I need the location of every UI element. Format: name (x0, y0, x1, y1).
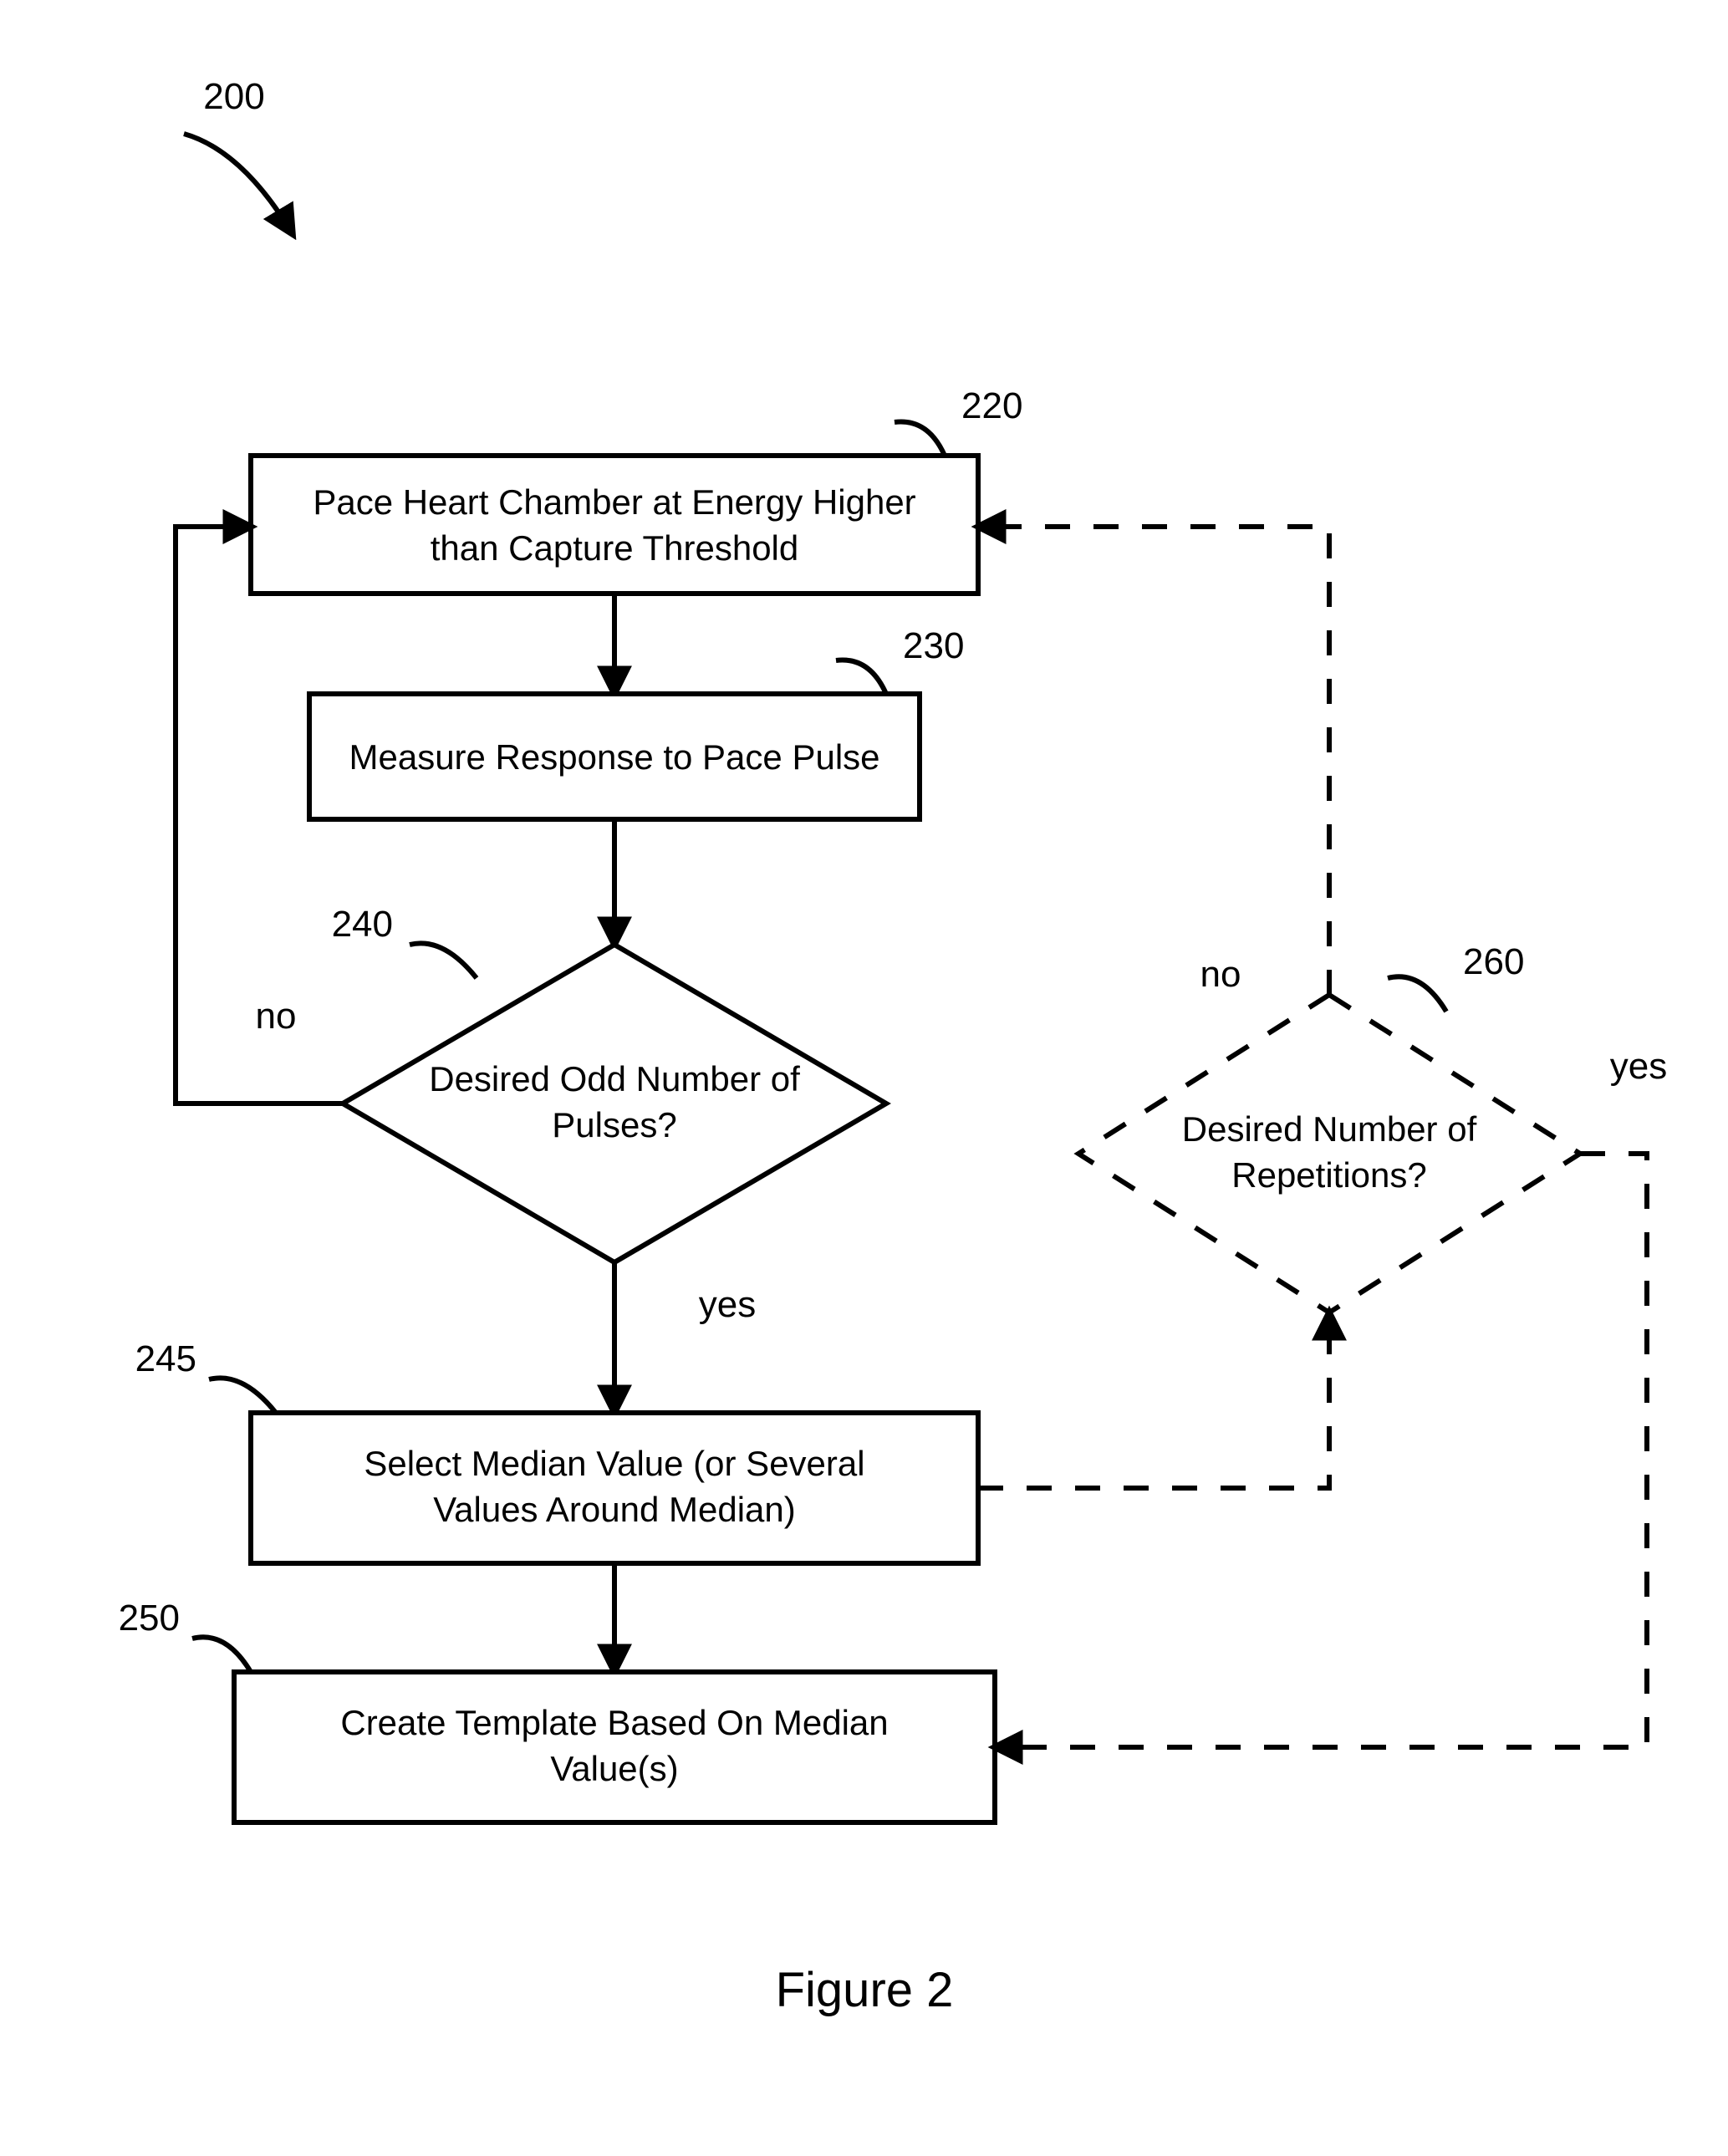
node-260: Desired Number of Repetitions? 260 (1078, 941, 1580, 1312)
node-250: Create Template Based On Median Value(s)… (119, 1598, 995, 1822)
flowchart-canvas: 200 Pace Heart Chamber at Energy Higher … (0, 0, 1728, 2156)
node-230-leader (836, 660, 886, 695)
node-260-line2: Repetitions? (1231, 1155, 1426, 1195)
node-240-ref: 240 (332, 904, 393, 945)
edge-240-no-label: no (256, 996, 297, 1037)
figure-ref-label: 200 (184, 76, 293, 234)
node-240-line2: Pulses? (552, 1105, 676, 1144)
node-220-line2: than Capture Threshold (431, 528, 799, 568)
node-245-ref: 245 (135, 1338, 196, 1379)
node-220: Pace Heart Chamber at Energy Higher than… (251, 385, 1022, 594)
edge-260-yes-label: yes (1610, 1046, 1667, 1087)
node-220-ref: 220 (961, 385, 1022, 426)
figure-ref-arrow (184, 134, 293, 234)
edge-260-no (978, 527, 1329, 995)
edge-240-yes-label: yes (699, 1284, 756, 1325)
edge-245-260 (978, 1312, 1329, 1488)
node-250-line2: Value(s) (550, 1749, 678, 1788)
node-260-line1: Desired Number of (1182, 1109, 1477, 1149)
node-245: Select Median Value (or Several Values A… (135, 1338, 978, 1563)
node-260-ref: 260 (1463, 941, 1524, 982)
node-240-line1: Desired Odd Number of (429, 1059, 800, 1098)
node-240-leader (410, 943, 477, 978)
node-230-text: Measure Response to Pace Pulse (349, 737, 879, 777)
node-245-leader (209, 1378, 276, 1413)
node-250-ref: 250 (119, 1598, 180, 1639)
figure-ref-text: 200 (203, 76, 264, 117)
figure-caption: Figure 2 (776, 1963, 954, 2017)
node-250-leader (192, 1637, 251, 1672)
node-230: Measure Response to Pace Pulse 230 (309, 625, 964, 819)
node-245-line2: Values Around Median) (433, 1490, 796, 1529)
node-230-ref: 230 (903, 625, 964, 666)
node-250-line1: Create Template Based On Median (340, 1703, 888, 1742)
edge-260-no-label: no (1200, 954, 1241, 995)
node-220-line1: Pace Heart Chamber at Energy Higher (313, 482, 915, 522)
node-220-leader (895, 422, 945, 456)
node-240: Desired Odd Number of Pulses? 240 (332, 904, 886, 1262)
node-245-line1: Select Median Value (or Several (364, 1444, 864, 1483)
node-260-leader (1388, 976, 1446, 1012)
